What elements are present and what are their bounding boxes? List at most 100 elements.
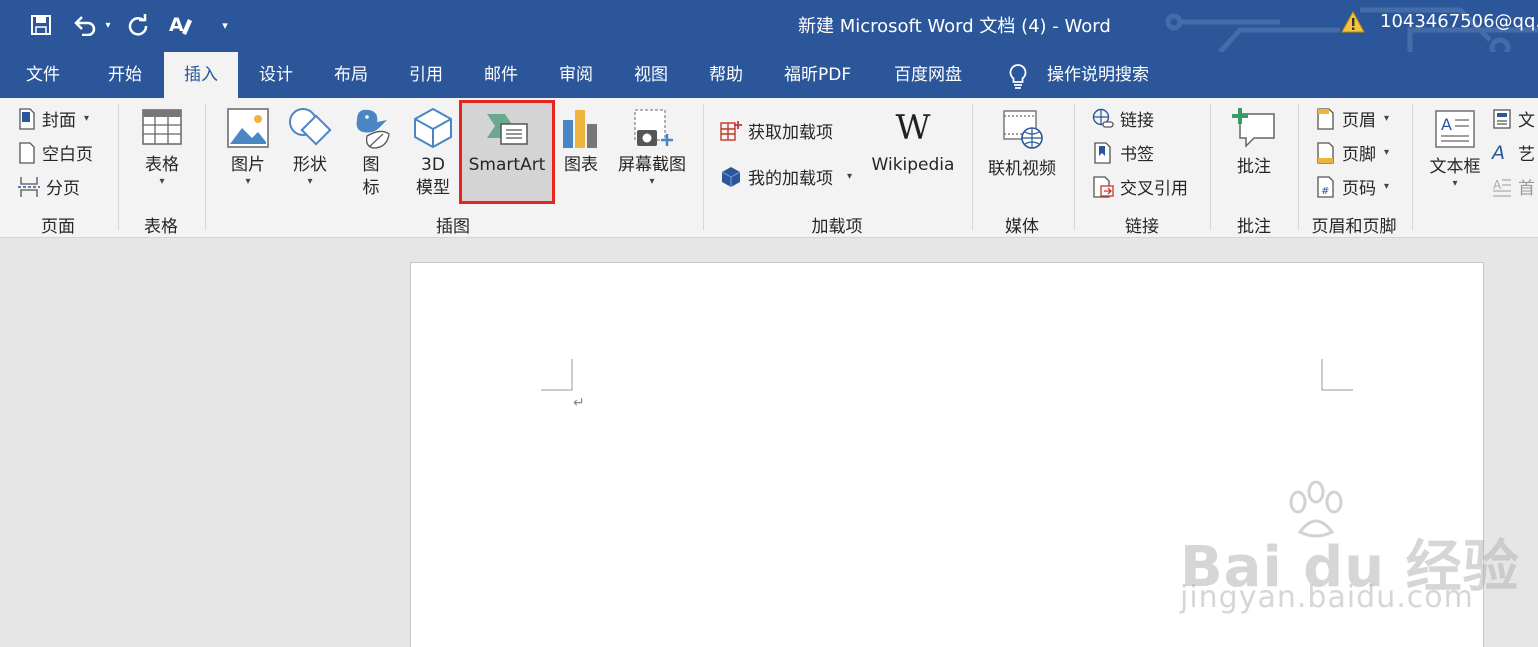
screenshot-icon — [634, 109, 673, 146]
tab-layout[interactable]: 布局 — [334, 52, 368, 98]
tab-view[interactable]: 视图 — [634, 52, 668, 98]
online-video-icon — [1003, 110, 1043, 149]
svg-text:#: # — [1321, 186, 1329, 197]
account-name[interactable]: 1043467506@qq. — [1380, 11, 1538, 32]
tab-help[interactable]: 帮助 — [709, 52, 743, 98]
group-label-illustrations: 插图 — [436, 217, 470, 237]
bookmark-label: 书签 — [1120, 145, 1154, 165]
link-button[interactable]: 链接 — [1092, 106, 1154, 131]
chevron-down-icon: ▾ — [1452, 178, 1458, 189]
cross-reference-button[interactable]: 交叉引用 — [1092, 174, 1188, 199]
page-break-button[interactable]: 分页 — [18, 174, 80, 199]
my-addins-button[interactable]: 我的加载项 ▾ — [720, 164, 852, 189]
tab-foxit-pdf[interactable]: 福昕PDF — [784, 52, 851, 98]
page-number-icon: # — [1317, 175, 1334, 198]
quick-parts-label: 文 — [1518, 111, 1535, 131]
wordart-button[interactable]: A 艺 — [1492, 140, 1535, 166]
header-icon — [1317, 107, 1334, 130]
wikipedia-button[interactable]: W Wikipedia — [866, 108, 960, 177]
smartart-icon — [487, 114, 528, 145]
page-number-button[interactable]: # 页码 ▾ — [1316, 174, 1389, 199]
header-button[interactable]: 页眉 ▾ — [1316, 106, 1389, 131]
title-bar: ▾ A ▾ 新建 Microsoft Word 文档 (4) - Word 10… — [0, 0, 1538, 52]
link-icon — [1092, 108, 1114, 128]
wordart-icon: A — [1492, 141, 1505, 164]
tab-home[interactable]: 开始 — [108, 52, 142, 98]
drop-cap-icon: A — [1493, 178, 1511, 197]
chevron-down-icon: ▾ — [1384, 112, 1390, 124]
quick-parts-button[interactable]: 文 — [1492, 106, 1535, 131]
tell-me-search[interactable]: 操作说明搜索 — [1047, 52, 1149, 98]
shapes-button[interactable]: 形状 ▾ — [284, 106, 336, 187]
3d-models-button[interactable]: 3D 模型 — [408, 106, 458, 200]
save-icon[interactable] — [28, 12, 54, 38]
bookmark-button[interactable]: 书签 — [1092, 140, 1154, 165]
3d-models-label-line2: 模型 — [416, 178, 450, 198]
online-video-button[interactable]: 联机视频 — [984, 108, 1060, 181]
chevron-down-icon: ▾ — [1384, 180, 1390, 192]
chevron-down-icon: ▾ — [84, 112, 90, 124]
3d-models-label-line1: 3D — [421, 155, 445, 175]
footer-button[interactable]: 页脚 ▾ — [1316, 140, 1389, 165]
picture-icon — [227, 108, 269, 148]
store-icon — [720, 120, 742, 141]
group-separator — [1074, 104, 1075, 230]
table-icon — [142, 109, 182, 145]
get-addins-button[interactable]: 获取加载项 — [720, 118, 833, 143]
group-label-pages: 页面 — [41, 217, 75, 237]
customize-qat-icon[interactable]: ▾ — [218, 12, 232, 38]
group-label-links: 链接 — [1125, 217, 1159, 237]
cube-icon — [414, 107, 452, 149]
crop-mark-top-right — [1321, 359, 1353, 391]
shapes-icon — [289, 108, 332, 146]
chevron-down-icon: ▾ — [159, 176, 165, 187]
cover-page-button[interactable]: 封面 ▾ — [18, 106, 89, 131]
lightbulb-icon — [1009, 64, 1027, 89]
comment-icon — [1232, 108, 1275, 148]
blank-page-icon — [19, 141, 35, 164]
cover-page-label: 封面 — [42, 111, 76, 131]
chart-button[interactable]: 图表 — [558, 106, 604, 177]
text-box-button[interactable]: A 文本框 ▾ — [1424, 108, 1486, 189]
new-comment-button[interactable]: 批注 — [1226, 106, 1282, 179]
blank-page-button[interactable]: 空白页 — [18, 140, 93, 165]
group-separator — [1412, 104, 1413, 230]
icons-button[interactable]: 图 标 — [348, 106, 394, 200]
crop-mark-top-left — [541, 359, 573, 391]
icons-label-line2: 标 — [362, 178, 380, 198]
ribbon-tabs: 文件 开始 插入 设计 布局 引用 邮件 审阅 视图 帮助 福昕PDF 百度网盘… — [0, 52, 1538, 98]
group-separator — [205, 104, 206, 230]
drop-cap-button[interactable]: A 首 — [1492, 174, 1535, 199]
warning-icon[interactable] — [1341, 11, 1365, 33]
tab-references[interactable]: 引用 — [409, 52, 443, 98]
group-label-comments: 批注 — [1237, 217, 1271, 237]
bookmark-icon — [1094, 141, 1111, 164]
tab-file[interactable]: 文件 — [26, 52, 60, 98]
smartart-button[interactable]: SmartArt — [462, 106, 552, 177]
table-button[interactable]: 表格 ▾ — [132, 106, 192, 187]
chevron-down-icon: ▾ — [245, 176, 251, 187]
tab-baidu-netdisk[interactable]: 百度网盘 — [894, 52, 962, 98]
undo-dropdown-icon[interactable]: ▾ — [102, 12, 114, 38]
text-box-label: 文本框 — [1429, 157, 1481, 177]
chevron-down-icon: ▾ — [847, 170, 853, 182]
group-label-media: 媒体 — [1005, 217, 1039, 237]
tab-insert[interactable]: 插入 — [164, 52, 238, 98]
my-addins-label: 我的加载项 — [748, 169, 833, 189]
quick-parts-icon — [1493, 108, 1511, 129]
shapes-label: 形状 — [293, 155, 327, 175]
tab-review[interactable]: 审阅 — [559, 52, 593, 98]
tab-mailings[interactable]: 邮件 — [484, 52, 518, 98]
tab-design[interactable]: 设计 — [259, 52, 293, 98]
chart-icon — [563, 110, 597, 148]
screenshot-button[interactable]: 屏幕截图 ▾ — [612, 106, 692, 187]
undo-icon[interactable] — [72, 12, 98, 38]
pictures-button[interactable]: 图片 ▾ — [222, 106, 274, 187]
spelling-icon[interactable]: A — [168, 12, 196, 38]
footer-icon — [1317, 141, 1334, 164]
chevron-down-icon: ▾ — [307, 176, 313, 187]
page-break-label: 分页 — [46, 179, 80, 199]
watermark-sub-text: jingyan.baidu.com — [1180, 580, 1474, 615]
group-separator — [1298, 104, 1299, 230]
redo-icon[interactable] — [126, 12, 150, 38]
